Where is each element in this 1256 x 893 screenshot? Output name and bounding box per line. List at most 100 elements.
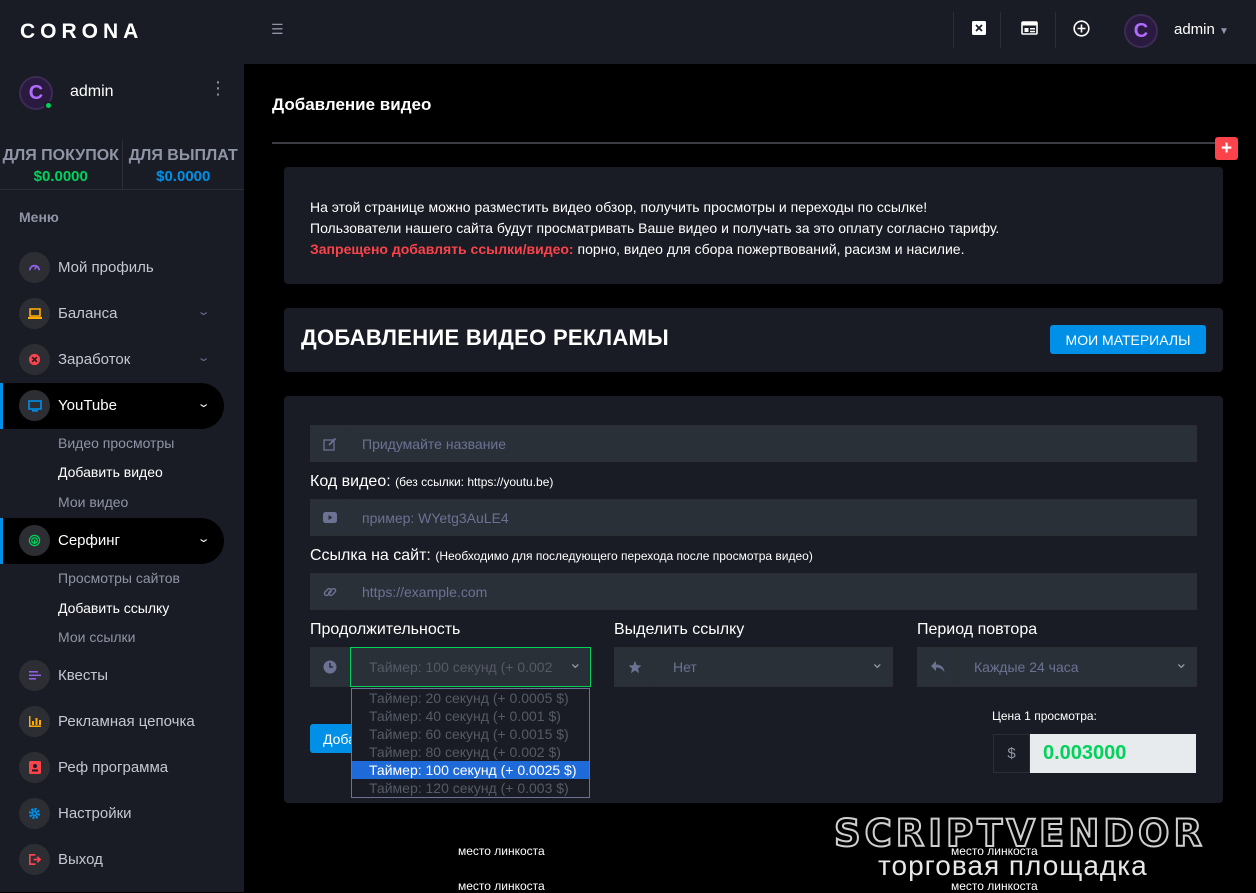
divider bbox=[953, 12, 954, 48]
label-note: (Необходимо для последующего перехода по… bbox=[435, 549, 813, 563]
sidebar-item-label: Настройки bbox=[58, 805, 132, 822]
layout-icon[interactable] bbox=[1019, 18, 1039, 38]
dropdown-option[interactable]: Таймер: 60 секунд (+ 0.0015 $) bbox=[352, 725, 589, 743]
logout-icon bbox=[19, 844, 50, 875]
sidebar-item-surfing[interactable]: Серфинг ⌄ bbox=[0, 518, 224, 564]
repeat-field: Каждые 24 часа bbox=[917, 647, 1197, 687]
chevron-down-icon: ⌄ bbox=[196, 306, 211, 318]
link-spot[interactable]: место линкоста bbox=[458, 844, 545, 858]
user-menu[interactable]: admin ▼ bbox=[1174, 21, 1229, 38]
label-text: Ссылка на сайт: bbox=[310, 547, 431, 564]
close-box-icon[interactable] bbox=[969, 18, 989, 38]
sidebar-item-balance[interactable]: Баланса ⌄ bbox=[0, 291, 224, 337]
dropdown-option[interactable]: Таймер: 20 секунд (+ 0.0005 $) bbox=[352, 689, 589, 707]
menu-label: Меню bbox=[19, 209, 59, 225]
label-note: (без ссылки: https://youtu.be) bbox=[395, 475, 554, 489]
highlight-field: Нет bbox=[614, 647, 893, 687]
page-title: Добавление видео bbox=[272, 95, 432, 114]
sidebar-item-referral[interactable]: Реф программа bbox=[0, 745, 224, 791]
contacts-icon bbox=[19, 752, 50, 783]
duration-select[interactable]: Таймер: 100 секунд (+ 0.002 bbox=[350, 647, 591, 687]
watermark: SCRIPTVENDOR торговая площадка bbox=[832, 811, 1242, 892]
sidebar-item-profile[interactable]: Мой профиль bbox=[0, 245, 224, 291]
brand-logo[interactable]: CORONA bbox=[20, 20, 143, 44]
dropdown-option[interactable]: Таймер: 80 секунд (+ 0.002 $) bbox=[352, 743, 589, 761]
sidebar-subitem-my-videos[interactable]: Мои видео bbox=[58, 494, 128, 510]
sidebar-item-label: Квесты bbox=[58, 667, 109, 684]
title-field: Придумайте название bbox=[310, 425, 1197, 462]
sidebar-subitem-site-views[interactable]: Просмотры сайтов bbox=[58, 570, 180, 586]
dropdown-option[interactable]: Таймер: 120 секунд (+ 0.003 $) bbox=[352, 779, 589, 797]
balance-value: $0.0000 bbox=[156, 168, 211, 185]
laptop-icon bbox=[19, 298, 50, 329]
duration-field: Таймер: 100 секунд (+ 0.002 bbox=[310, 647, 591, 687]
site-link-field: https://example.com bbox=[310, 573, 1197, 610]
caret-down-icon: ▼ bbox=[1219, 26, 1229, 37]
section-header-card: ДОБАВЛЕНИЕ ВИДЕО РЕКЛАМЫ МОИ МАТЕРИАЛЫ bbox=[284, 308, 1223, 372]
label-text: Код видео: bbox=[310, 473, 391, 490]
sidebar-subitem-my-links[interactable]: Мои ссылки bbox=[58, 629, 136, 645]
avatar[interactable]: C bbox=[1124, 14, 1158, 48]
sidebar-subitem-video-views[interactable]: Видео просмотры bbox=[58, 435, 174, 451]
duration-dropdown: Таймер: 20 секунд (+ 0.0005 $) Таймер: 4… bbox=[351, 688, 590, 798]
site-link-input[interactable]: https://example.com bbox=[350, 573, 1197, 610]
sidebar-item-label: Баланса bbox=[58, 305, 118, 322]
dropdown-option-selected[interactable]: Таймер: 100 секунд (+ 0.0025 $) bbox=[352, 761, 589, 779]
balance-purchases: ДЛЯ ПОКУПОК $0.0000 bbox=[0, 140, 123, 189]
balance-value: $0.0000 bbox=[33, 168, 88, 185]
sidebar-item-label: Рекламная цепочка bbox=[58, 713, 195, 730]
price-value: 0.003000 bbox=[1030, 734, 1196, 773]
sidebar-subitem-add-video[interactable]: Добавить видео bbox=[58, 464, 163, 480]
divider bbox=[1000, 12, 1001, 48]
sidebar-item-label: Серфинг bbox=[58, 532, 120, 549]
add-button[interactable]: + bbox=[1215, 137, 1238, 160]
watermark-logo: SCRIPTVENDOR bbox=[833, 811, 1206, 856]
my-materials-button[interactable]: МОИ МАТЕРИАЛЫ bbox=[1050, 325, 1206, 354]
sidebar-item-quests[interactable]: Квесты bbox=[0, 653, 224, 699]
sidebar-item-earnings[interactable]: Заработок ⌄ bbox=[0, 337, 224, 383]
section-title: ДОБАВЛЕНИЕ ВИДЕО РЕКЛАМЫ bbox=[301, 325, 670, 350]
sidebar-item-logout[interactable]: Выход bbox=[0, 837, 224, 883]
video-code-label: Код видео: (без ссылки: https://youtu.be… bbox=[310, 473, 553, 491]
balance-title: ДЛЯ ВЫПЛАТ bbox=[128, 147, 238, 164]
reply-icon bbox=[917, 647, 959, 687]
sidebar-subitem-add-link[interactable]: Добавить ссылку bbox=[58, 600, 169, 616]
balance-panel: ДЛЯ ПОКУПОК $0.0000 ДЛЯ ВЫПЛАТ $0.0000 bbox=[0, 140, 244, 190]
link-spot[interactable]: место линкоста bbox=[458, 879, 545, 893]
add-circle-icon[interactable] bbox=[1071, 18, 1091, 38]
sidebar-item-youtube[interactable]: YouTube ⌄ bbox=[0, 383, 224, 429]
chevron-down-icon: ⌄ bbox=[196, 352, 211, 364]
info-card: На этой странице можно разместить видео … bbox=[284, 167, 1223, 284]
user-name: admin bbox=[1174, 21, 1215, 38]
plus-icon: + bbox=[1220, 138, 1233, 159]
watermark-subtitle: торговая площадка bbox=[878, 850, 1148, 881]
more-options-icon[interactable]: ⋮ bbox=[209, 79, 227, 97]
price-label: Цена 1 просмотра: bbox=[992, 709, 1097, 723]
sidebar-item-settings[interactable]: Настройки bbox=[0, 791, 224, 837]
video-code-input[interactable]: пример: WYetg3AuLE4 bbox=[350, 499, 1197, 536]
monitor-icon bbox=[19, 390, 50, 421]
topbar: ☰ C admin ▼ bbox=[244, 0, 1256, 64]
clock-icon bbox=[310, 647, 350, 687]
close-circle-icon bbox=[19, 344, 50, 375]
price-currency: $ bbox=[993, 734, 1030, 773]
highlight-select[interactable]: Нет bbox=[656, 647, 893, 687]
menu-toggle-icon[interactable]: ☰ bbox=[271, 21, 284, 38]
site-link-label: Ссылка на сайт: (Необходимо для последую… bbox=[310, 547, 813, 565]
info-warning: Запрещено добавлять ссылки/видео: порно,… bbox=[310, 239, 999, 260]
title-input[interactable]: Придумайте название bbox=[350, 425, 1197, 462]
fingerprint-icon bbox=[19, 525, 50, 556]
sidebar: CORONA C admin ⋮ ДЛЯ ПОКУПОК $0.0000 ДЛЯ… bbox=[0, 0, 244, 892]
sidebar-item-label: Реф программа bbox=[58, 759, 169, 776]
sidebar-profile: C admin ⋮ bbox=[0, 72, 244, 114]
sidebar-item-label: Выход bbox=[58, 851, 103, 868]
list-icon bbox=[19, 660, 50, 691]
repeat-select[interactable]: Каждые 24 часа bbox=[959, 647, 1197, 687]
star-icon bbox=[614, 647, 656, 687]
dropdown-option[interactable]: Таймер: 40 секунд (+ 0.001 $) bbox=[352, 707, 589, 725]
divider bbox=[272, 142, 1227, 144]
info-line: Пользователи нашего сайта будут просматр… bbox=[310, 220, 1000, 236]
info-line: На этой странице можно разместить видео … bbox=[310, 199, 928, 215]
sidebar-item-ad-chain[interactable]: Рекламная цепочка bbox=[0, 699, 224, 745]
divider bbox=[1055, 12, 1056, 48]
